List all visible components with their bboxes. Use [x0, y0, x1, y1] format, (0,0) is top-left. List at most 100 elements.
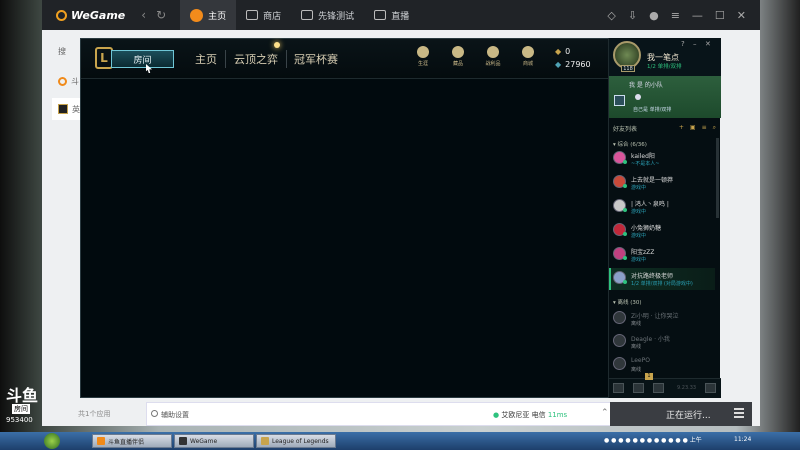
start-button[interactable] [44, 433, 60, 449]
close-icon[interactable]: ✕ [705, 40, 711, 48]
friend-row[interactable]: 上去就是一顿莽 游戏中 [609, 172, 715, 194]
friend-status: ~不是本人~ [631, 161, 660, 167]
online-dot-icon [623, 280, 627, 284]
friend-row[interactable]: | 鸿人丶泉鸣 | 游戏中 [609, 196, 715, 218]
mission-icon[interactable] [633, 383, 644, 393]
profile-header[interactable]: 118 我一笔点 1/2 单排/双排 ? – ✕ [609, 38, 721, 76]
summoner-status: 1/2 单排/双排 [647, 64, 682, 70]
nav-divider [225, 50, 226, 68]
home-icon [190, 8, 204, 22]
tab-store[interactable]: 商店 [236, 0, 291, 30]
friend-row[interactable]: LeePO 离线 [609, 354, 715, 376]
minimize-icon[interactable]: — [692, 9, 703, 22]
friend-row[interactable]: Deagle · 小我 离线 [609, 331, 715, 353]
chevron-up-icon[interactable]: ⌃ [601, 408, 609, 418]
client-version: 9.23.33 [677, 385, 697, 391]
level-badge: 118 [621, 65, 635, 72]
online-dot-icon [623, 256, 627, 260]
friend-row[interactable]: 阳宝zZZ 游戏中 [609, 244, 715, 266]
skin-icon[interactable]: ◇ [607, 9, 615, 22]
collection-icon [452, 46, 464, 58]
party-panel: 我 是 的小队 自己是 单排/双排 [609, 76, 721, 118]
minimize-icon[interactable]: – [693, 40, 697, 48]
party-status: 自己是 单排/双排 [633, 107, 672, 113]
rp-icon: ◆ [555, 47, 562, 56]
friend-status: 离线 [631, 321, 642, 327]
running-button[interactable]: 正在运行... [610, 402, 752, 426]
store-icon [522, 46, 534, 58]
scrollbar[interactable] [716, 138, 719, 218]
group-general[interactable]: ▾ 综合 (6/36) [613, 140, 647, 148]
help-button[interactable] [705, 383, 716, 393]
add-friend-icon[interactable]: + [679, 124, 684, 132]
tab-live[interactable]: 直播 [364, 0, 419, 30]
friend-name: Zi小明 · 让你哭泣 [631, 313, 679, 320]
friend-avatar [613, 311, 626, 324]
nav-store[interactable]: 商城 [513, 46, 543, 67]
server-status[interactable]: ● 艾欧尼亚 电信 11ms [493, 410, 567, 420]
friend-name: kailed阳 [631, 153, 655, 160]
lol-icon [261, 437, 269, 445]
nav-tft[interactable]: 云顶之弈 [234, 51, 278, 67]
nav-collection[interactable]: 藏品 [443, 46, 473, 67]
wegame-logo-icon [56, 9, 67, 21]
taskbar-item-lol[interactable]: League of Legends [256, 434, 336, 448]
party-member-icon [635, 94, 641, 100]
friend-name: LeePO [631, 357, 650, 364]
wegame-topbar: WeGame ‹ ↻ 主页 商店 先锋测试 直播 ◇ ⇩ ● ≡ — ☐ ✕ [42, 0, 760, 30]
maximize-icon[interactable]: ☐ [715, 9, 725, 22]
close-icon[interactable]: ✕ [737, 9, 746, 22]
friend-avatar [613, 334, 626, 347]
friend-row[interactable]: kailed阳 ~不是本人~ [609, 148, 715, 170]
search-icon[interactable]: ⌕ [713, 124, 716, 132]
nav-home[interactable]: 主页 [195, 51, 217, 67]
tab-home[interactable]: 主页 [180, 0, 237, 30]
user-avatar[interactable]: ● [649, 9, 659, 22]
nav-clash[interactable]: 冠军杯赛 [294, 51, 338, 67]
friend-name: 对抗路终极老师 [631, 273, 674, 280]
taskbar-item-wegame[interactable]: WeGame [174, 434, 254, 448]
douyu-icon [97, 437, 105, 445]
friend-name: 阳宝zZZ [631, 249, 655, 256]
friend-status: 游戏中 [631, 233, 647, 239]
friend-name: 上去就是一顿莽 [631, 177, 674, 184]
refresh-icon[interactable]: ↻ [156, 8, 166, 22]
friend-list-footer: 1 9.23.33 [609, 373, 721, 398]
download-icon[interactable]: ⇩ [628, 9, 637, 22]
play-button[interactable]: 房间 [111, 50, 174, 68]
friend-list-header: 好友列表 + ▣ ≡ ⌕ [613, 124, 716, 133]
system-tray[interactable]: ● ● ● ● ● ● ● ● ● ● ● ● 上午 [604, 435, 702, 444]
windows-taskbar: 斗鱼直播伴侣 WeGame League of Legends ● ● ● ● … [0, 432, 800, 450]
help-icon[interactable]: ? [681, 40, 685, 48]
nav-loot[interactable]: 战利品 [478, 46, 508, 67]
voice-icon[interactable] [653, 383, 664, 393]
friend-row[interactable]: 小兔狮奶糖 游戏中 [609, 220, 715, 242]
friend-status: 1/2 单排/双排 (对局游戏中) [631, 281, 693, 287]
chat-icon[interactable] [613, 383, 624, 393]
friend-avatar [613, 357, 626, 370]
app-count: 共1个应用 [78, 410, 111, 418]
group-offline[interactable]: ▾ 离线 (30) [613, 298, 642, 306]
test-icon [301, 10, 314, 20]
aux-settings-link[interactable]: 辅助设置 [161, 410, 189, 420]
menu-icon[interactable]: ≡ [671, 9, 680, 22]
taskbar-item-douyu[interactable]: 斗鱼直播伴侣 [92, 434, 172, 448]
online-dot-icon [623, 232, 627, 236]
friend-row[interactable]: 对抗路终极老师 1/2 单排/双排 (对局游戏中) [609, 268, 715, 290]
friend-row[interactable]: Zi小明 · 让你哭泣 离线 [609, 308, 715, 330]
nav-profile[interactable]: 生涯 [408, 46, 438, 67]
friend-name: 小兔狮奶糖 [631, 225, 662, 232]
online-dot-icon [623, 184, 627, 188]
loot-icon [487, 46, 499, 58]
currency-display: ◆ 0 ◆ 27960 [555, 47, 591, 69]
clock: 11:24 [734, 436, 752, 443]
friend-status: 离线 [631, 344, 642, 350]
tab-pioneer-test[interactable]: 先锋测试 [291, 0, 364, 30]
party-icon [614, 95, 625, 106]
back-arrow-icon[interactable]: ‹ [141, 8, 146, 22]
sort-icon[interactable]: ≡ [702, 124, 707, 132]
client-navbar: L 房间 主页 云顶之弈 冠军杯赛 生涯 藏品 战利品 商城 ◆ 0 ◆ 27960 [81, 39, 609, 79]
online-dot-icon [623, 160, 627, 164]
menu-icon[interactable] [734, 408, 744, 418]
folder-icon[interactable]: ▣ [690, 124, 696, 132]
